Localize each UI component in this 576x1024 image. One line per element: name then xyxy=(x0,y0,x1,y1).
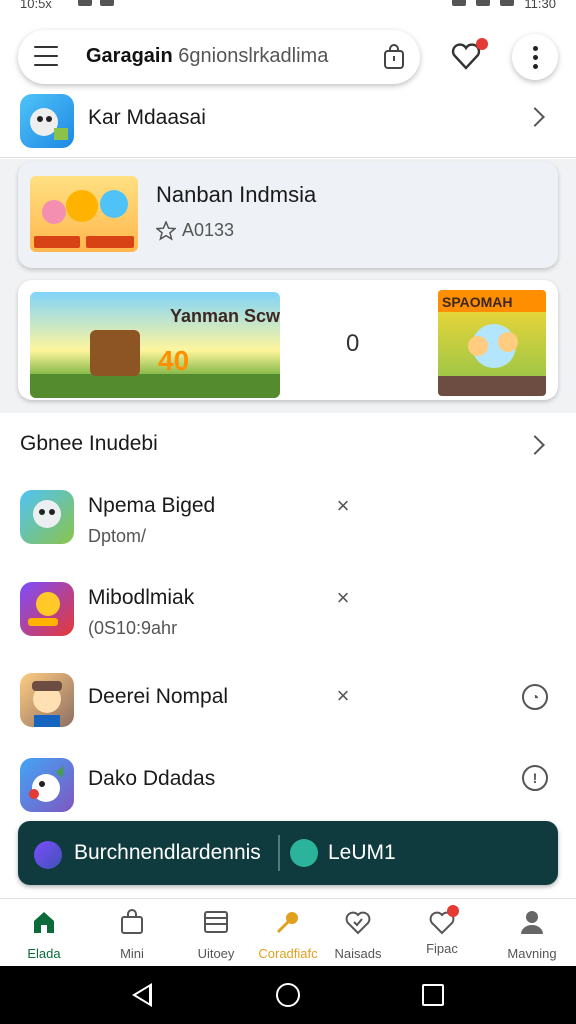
list-item-title: Dako Ddadas xyxy=(88,767,216,790)
top-app-row[interactable]: Kar Mdaasai xyxy=(0,90,576,158)
key-icon xyxy=(276,912,298,934)
star-icon xyxy=(156,220,176,241)
list-item-title: Deerei Nompal xyxy=(88,685,229,708)
featured-rating: A0133 xyxy=(156,220,234,241)
dismiss-x-icon[interactable]: × xyxy=(334,587,352,609)
heart-badge-icon xyxy=(429,905,459,935)
featured-title: Nanban Indmsia xyxy=(156,182,317,207)
nav-label: Mini xyxy=(120,946,144,961)
status-system-icons xyxy=(452,0,514,6)
banner-right-title: SPAOMAH xyxy=(442,294,513,310)
list-item-title: Npema Biged xyxy=(88,494,216,517)
banner-left-title: Yanman Scwall xyxy=(170,306,280,326)
notification-dot xyxy=(476,38,488,50)
promo-divider xyxy=(278,835,280,871)
nav-label: Elada xyxy=(27,946,61,961)
app-icon xyxy=(20,673,74,727)
leaf-icon xyxy=(290,839,318,867)
top-row-title: Kar Mdaasai xyxy=(88,106,206,129)
promo-bar[interactable]: Burchnendlardennis LeUM1 xyxy=(18,821,558,885)
bag-icon[interactable] xyxy=(382,44,406,70)
dismiss-x-icon[interactable]: × xyxy=(334,495,352,517)
nav-label: Mavning xyxy=(507,946,557,961)
app-icon xyxy=(20,94,74,148)
banner-left-number: 40 xyxy=(158,345,189,376)
featured-rating-value: A0133 xyxy=(182,220,235,240)
home-icon xyxy=(34,912,54,933)
list-item-subtitle: Dptom/ xyxy=(88,526,147,546)
nav-item-library[interactable]: Uitoey xyxy=(180,907,252,963)
status-time-right: 11:30 xyxy=(524,0,556,11)
banner-left-image[interactable]: Yanman Scwall 40 xyxy=(30,292,280,398)
nav-item-profile[interactable]: Mavning xyxy=(496,907,568,963)
app-icon xyxy=(20,758,74,812)
more-options-button[interactable] xyxy=(512,34,558,80)
dismiss-x-icon[interactable]: × xyxy=(334,685,352,707)
status-time-left: 10:5x xyxy=(20,0,52,11)
status-bar: 10:5x 11:30 xyxy=(0,0,576,14)
search-bar[interactable]: Garagain 6gnionslrkadlima xyxy=(18,30,420,84)
section-chevron-right-icon[interactable] xyxy=(525,435,545,455)
status-notification-icons xyxy=(78,0,114,6)
list-item-subtitle: (0S10:9ahr xyxy=(88,618,178,638)
section-title: Gbnee Inudebi xyxy=(20,432,158,455)
home-circle-icon[interactable] xyxy=(276,983,300,1007)
info-icon[interactable]: ! xyxy=(522,765,548,791)
search-rest: 6gnionslrkadlima xyxy=(178,45,329,67)
recents-square-icon[interactable] xyxy=(422,984,444,1006)
app-icon xyxy=(20,582,74,636)
nav-label: Coradfiafc xyxy=(258,946,318,961)
library-icon xyxy=(204,911,228,933)
nav-label: Uitoey xyxy=(197,946,235,961)
nav-item-badge[interactable]: Naisads xyxy=(322,907,394,963)
featured-card[interactable]: Nanban Indmsia A0133 xyxy=(18,162,558,268)
banner-count: 0 xyxy=(346,330,360,357)
nav-item-home[interactable]: Elada xyxy=(8,907,80,963)
app-icon xyxy=(20,490,74,544)
bag-icon xyxy=(121,909,143,934)
bottom-navigation: Elada Mini Uitoey Coradfiafc Naisads Fip… xyxy=(0,898,576,966)
search-brand: Garagain xyxy=(86,45,173,67)
badge-icon xyxy=(345,911,371,935)
back-icon-inner xyxy=(136,987,149,1003)
person-icon xyxy=(521,911,543,934)
banner-card[interactable]: Yanman Scwall 40 0 SPAOMAH xyxy=(18,280,558,400)
list-item-title: Mibodlmiak xyxy=(88,586,195,609)
promo-right-text[interactable]: LeUM1 xyxy=(328,841,396,865)
chevron-right-icon[interactable] xyxy=(525,107,545,127)
banner-right-image[interactable]: SPAOMAH xyxy=(438,290,546,396)
system-navigation-bar xyxy=(0,966,576,1024)
search-query[interactable]: Garagain 6gnionslrkadlima xyxy=(86,45,366,68)
nav-label: Fipac xyxy=(426,941,458,956)
nav-label: Naisads xyxy=(334,946,382,961)
nav-item-mini[interactable]: Mini xyxy=(96,907,168,963)
nav-item-key[interactable]: Coradfiafc xyxy=(252,907,324,963)
nav-notification-dot xyxy=(447,905,459,917)
promo-left-text[interactable]: Burchnendlardennis xyxy=(74,841,261,865)
nav-item-fipac[interactable]: Fipac xyxy=(406,905,478,963)
menu-icon[interactable] xyxy=(34,46,58,66)
clock-icon[interactable]: ◔ xyxy=(522,684,548,710)
verified-check-icon xyxy=(34,841,62,869)
featured-game-thumbnail xyxy=(30,176,138,252)
